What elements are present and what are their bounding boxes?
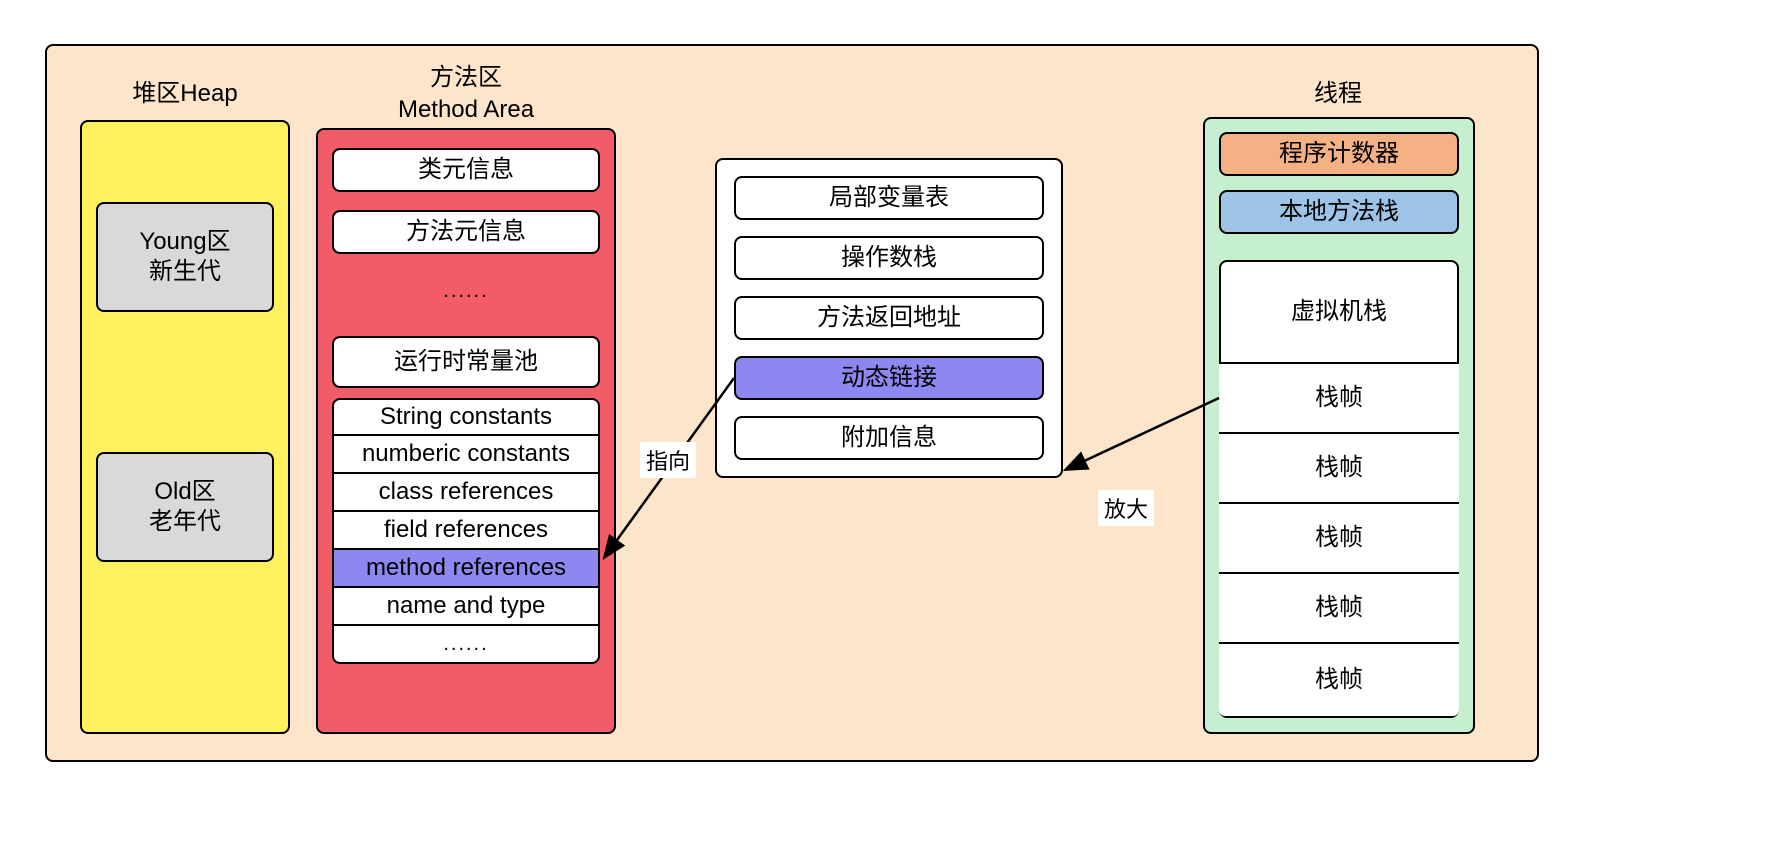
method-area-item-1: 方法元信息 — [332, 210, 600, 254]
constant-pool-item-5: name and type — [332, 588, 600, 626]
stack-frame-4: 栈帧 — [1219, 642, 1459, 716]
heap-young: Young区 新生代 — [96, 202, 274, 312]
method-area-title-1: 方法区 — [316, 62, 616, 93]
constant-pool-item-1: numberic constants — [332, 436, 600, 474]
stack-frame-item-3: 动态链接 — [734, 356, 1044, 400]
arrow-label-zoom: 放大 — [1098, 490, 1154, 526]
stack-frame-item-4: 附加信息 — [734, 416, 1044, 460]
constant-pool-item-3: field references — [332, 512, 600, 550]
arrow-label-points-to: 指向 — [640, 442, 696, 478]
method-area-title-2: Method Area — [316, 94, 616, 125]
method-area-ellipsis-1: ...... — [332, 280, 600, 303]
stack-frame-1: 栈帧 — [1219, 432, 1459, 502]
stack-frame-item-1: 操作数栈 — [734, 236, 1044, 280]
stack-frame-item-2: 方法返回地址 — [734, 296, 1044, 340]
heap-old: Old区 老年代 — [96, 452, 274, 562]
native-method-stack: 本地方法栈 — [1219, 190, 1459, 234]
thread-title: 线程 — [1203, 78, 1473, 109]
stack-frame-2: 栈帧 — [1219, 502, 1459, 572]
diagram-canvas: 堆区Heap Young区 新生代 Old区 老年代 方法区 Method Ar… — [0, 0, 1766, 866]
method-area-item-0: 类元信息 — [332, 148, 600, 192]
vm-stack-title: 虚拟机栈 — [1219, 296, 1459, 327]
stack-frame-3: 栈帧 — [1219, 572, 1459, 642]
stack-frame-item-0: 局部变量表 — [734, 176, 1044, 220]
constant-pool-ellipsis: ...... — [332, 626, 600, 664]
constant-pool-item-2: class references — [332, 474, 600, 512]
program-counter: 程序计数器 — [1219, 132, 1459, 176]
constant-pool-header: 运行时常量池 — [332, 336, 600, 388]
stack-frame-0: 栈帧 — [1219, 362, 1459, 432]
constant-pool-item-0: String constants — [332, 398, 600, 436]
heap-title: 堆区Heap — [80, 78, 290, 109]
constant-pool-item-4: method references — [332, 550, 600, 588]
